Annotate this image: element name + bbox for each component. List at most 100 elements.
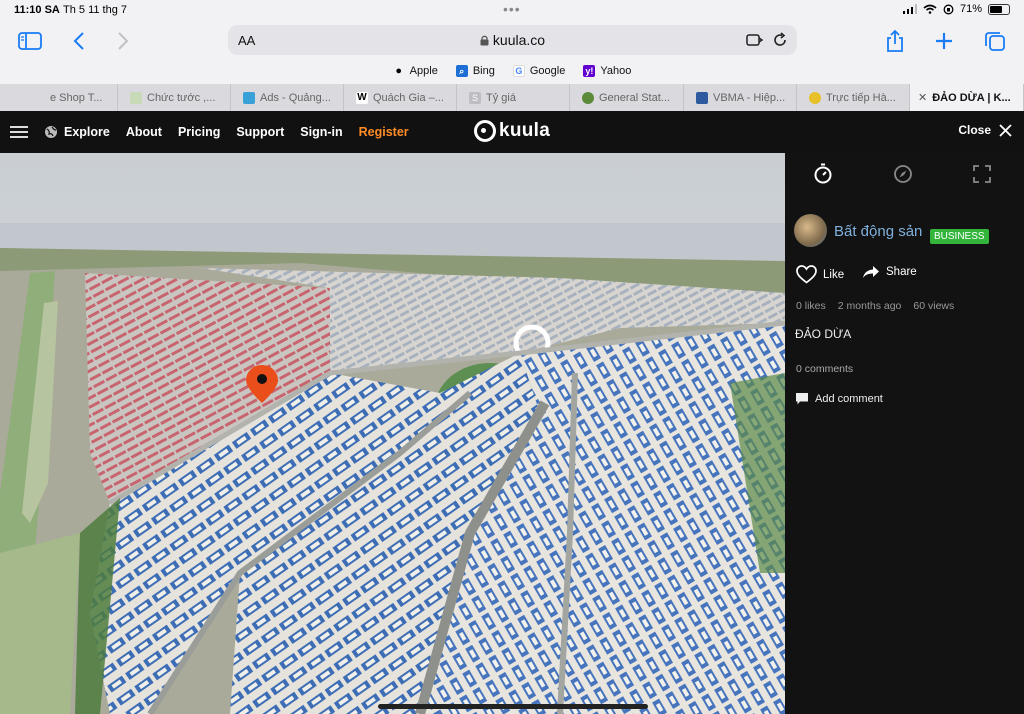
kuula-logo-icon [474,120,496,142]
add-comment-label: Add comment [815,393,883,405]
nav-explore[interactable]: Explore [64,125,110,139]
yahoo-icon: y! [583,65,596,77]
tab-label: e Shop T... [50,91,103,104]
url-label: kuula.co [492,32,546,48]
avatar[interactable] [794,214,827,247]
orientation-lock-icon [943,4,954,14]
nav-register[interactable]: Register [359,125,409,139]
sidebar-toggle-icon[interactable] [17,28,43,54]
favorite-google[interactable]: G Google [512,60,566,82]
google-icon: G [512,65,525,77]
favorite-apple[interactable]: ● Apple [393,60,438,82]
lock-icon [480,35,489,46]
wikipedia-icon: W [356,91,368,104]
ads-favicon-icon [243,91,255,104]
status-bar: 11:10 SA Th 5 11 thg 7 ••• 71% [0,0,1024,22]
close-label: Close [958,123,991,137]
status-date: Th 5 11 thg 7 [63,4,128,16]
compass-icon[interactable] [892,163,914,185]
tab-quach-gia[interactable]: W Quách Gia –... [344,84,457,111]
new-tab-plus-icon[interactable] [931,28,957,54]
kuula-header: Explore About Pricing Support Sign-in Re… [0,111,1024,153]
favorite-bing[interactable]: ⌕ Bing [455,60,495,82]
nav-support[interactable]: Support [236,125,284,139]
close-icon [999,123,1012,137]
bing-search-icon: ⌕ [455,65,468,77]
address-bar[interactable]: AA kuula.co [228,25,797,55]
apple-icon: ● [395,65,402,77]
multitasking-dots-icon[interactable]: ••• [503,1,521,17]
tab-label: Ads - Quảng... [260,91,331,104]
vbma-favicon-icon [696,91,708,104]
globe-icon[interactable]: Explore [44,125,110,139]
close-button[interactable]: Close [958,123,1012,137]
post-stats: 0 likes 2 months ago 60 views [796,300,954,312]
favorite-label: Bing [472,65,495,77]
tab-overview-icon[interactable] [982,28,1008,54]
kuula-nav: Explore About Pricing Support Sign-in Re… [10,111,409,153]
tab-chuc-tuoc[interactable]: Chức tước ,... [118,84,231,111]
heart-icon [796,265,817,284]
post-title: ĐẢO DỪA [795,327,852,341]
status-time: 11:10 SA [14,4,60,16]
translate-reader-icon[interactable] [745,31,763,49]
likes-count: 0 likes [796,300,826,312]
panorama-viewer[interactable] [0,153,785,714]
tab-shop[interactable]: e Shop T... [0,84,118,111]
back-chevron-icon[interactable] [66,28,92,54]
reload-icon[interactable] [771,31,789,49]
tab-truc-tiep[interactable]: Trực tiếp Hà... [797,84,910,111]
aerial-city-panorama [0,153,785,714]
tab-label: ĐẢO DỪA | K... [932,91,1011,104]
tab-ty-gia[interactable]: S Tỷ giá [457,84,570,111]
battery-icon [988,3,1010,15]
tab-label: Quách Gia –... [373,91,444,104]
tab-general-stat[interactable]: General Stat... [570,84,684,111]
tab-label: Tỷ giá [486,91,516,104]
share-icon[interactable] [882,28,908,54]
hamburger-menu-icon[interactable] [10,126,28,138]
kuula-logo[interactable]: kuula [474,120,550,142]
tab-bar: e Shop T... Chức tước ,... Ads - Quảng..… [0,84,1024,111]
share-label: Share [886,266,917,278]
letter-s-favicon-icon: S [469,91,481,104]
tab-ads[interactable]: Ads - Quảng... [231,84,344,111]
favorite-yahoo[interactable]: y! Yahoo [583,60,631,82]
favorites-bar: ● Apple ⌕ Bing G Google y! Yahoo [0,60,1024,82]
share-button[interactable]: Share [862,265,917,279]
tab-label: Trực tiếp Hà... [826,91,896,104]
home-indicator[interactable] [378,704,648,709]
nav-pricing[interactable]: Pricing [178,125,220,139]
like-button[interactable]: Like [796,265,844,284]
signal-icon [902,4,917,14]
logo-text: kuula [499,120,551,141]
comments-count: 0 comments [796,363,854,375]
post-time: 2 months ago [837,300,902,312]
favorite-label: Apple [409,65,438,77]
owner-name[interactable]: Bất động sản [834,223,922,240]
battery-percent: 71% [959,3,982,15]
battery-level [990,5,1003,13]
tab-label: Chức tước ,... [147,91,216,104]
status-indicators: 71% [902,3,1010,15]
url-text[interactable]: kuula.co [228,32,797,48]
football-favicon-icon [809,91,821,104]
favorite-label: Google [529,65,566,77]
autorotate-icon[interactable] [812,163,834,185]
forward-chevron-icon[interactable] [110,28,136,54]
wifi-icon [923,4,937,14]
business-badge: BUSINESS [930,229,989,244]
stats-favicon-icon [582,91,594,104]
comment-icon [796,393,808,405]
nav-about[interactable]: About [126,125,162,139]
fullscreen-icon[interactable] [971,163,993,185]
tab-vbma[interactable]: VBMA - Hiệp... [684,84,797,111]
safari-toolbar: AA kuula.co [0,22,1024,60]
page-favicon-icon [130,91,142,104]
close-tab-icon[interactable]: ✕ [918,91,927,104]
tab-dao-dua-active[interactable]: ✕ ĐẢO DỪA | K... [910,84,1024,111]
like-label: Like [823,268,845,281]
add-comment-button[interactable]: Add comment [796,393,883,405]
tab-label: VBMA - Hiệp... [713,91,786,104]
nav-sign-in[interactable]: Sign-in [300,125,342,139]
